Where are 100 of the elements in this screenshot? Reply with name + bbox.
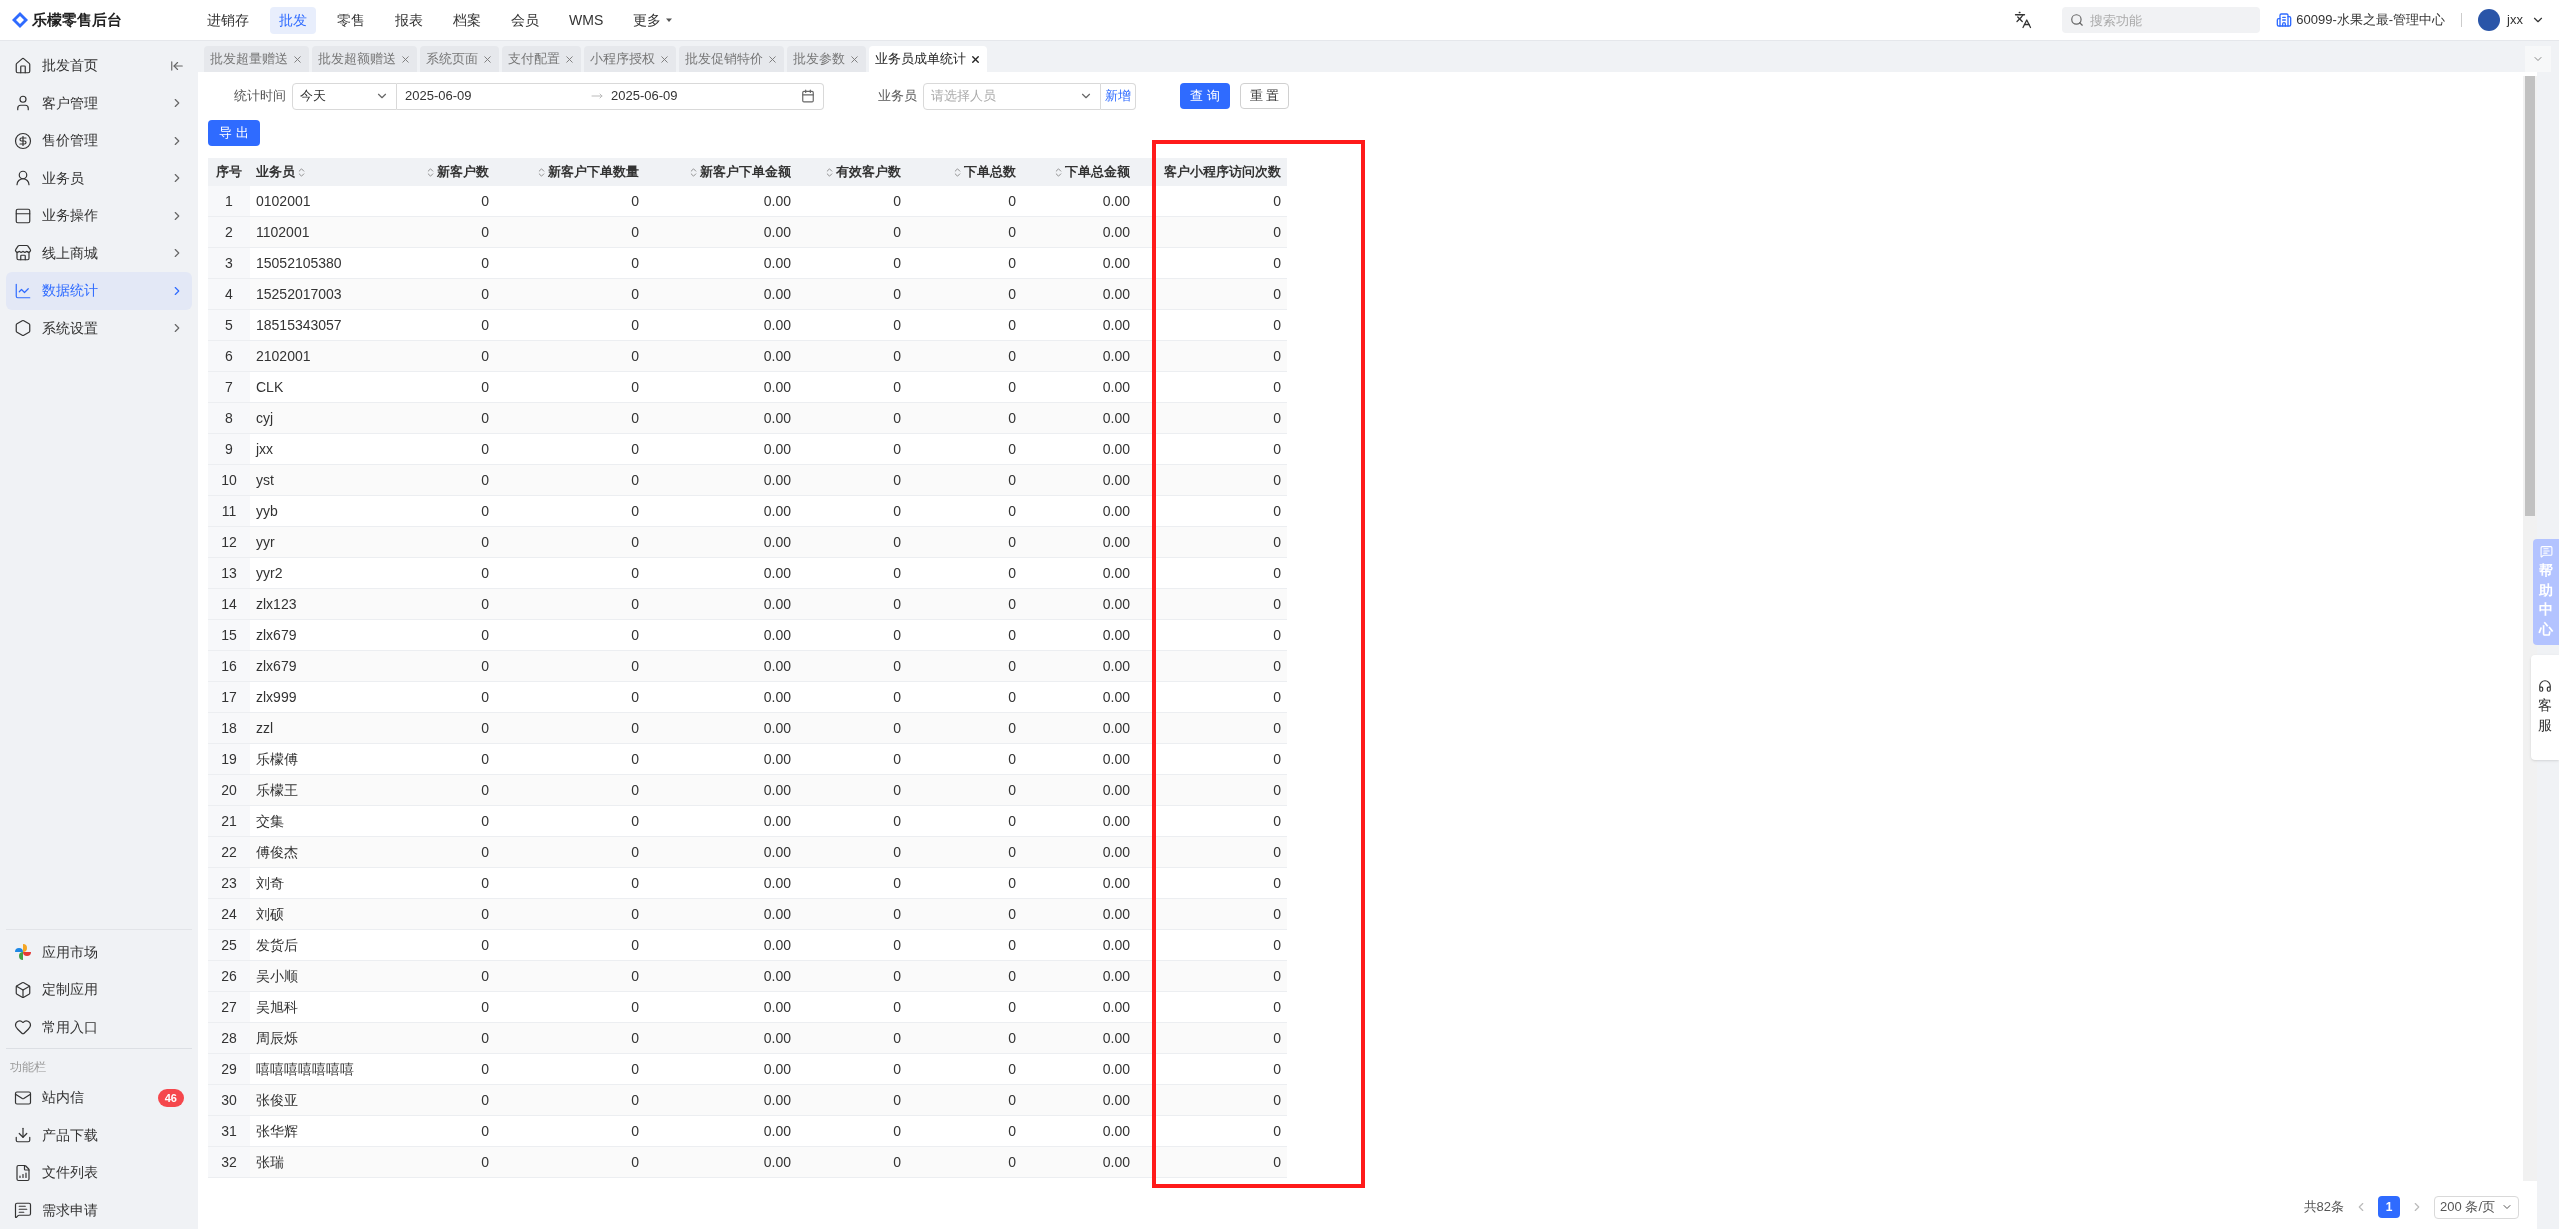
reset-button[interactable]: 重 置 [1239, 83, 1290, 109]
sidebar-item[interactable]: 业务员 [6, 159, 192, 197]
sidebar-item[interactable]: 客户管理 [6, 84, 192, 122]
page-tab[interactable]: 批发超额赠送 [312, 46, 417, 72]
scrollbar[interactable] [2523, 76, 2537, 1181]
nav-tab[interactable]: 档案 [444, 6, 490, 34]
table-cell-text: 0 [893, 377, 901, 397]
sort-icon[interactable] [952, 166, 963, 178]
table-cell-text: 张华辉 [256, 1121, 298, 1141]
sort-icon[interactable] [688, 166, 699, 178]
table-cell-text: 25 [221, 935, 237, 955]
sidebar-label: 业务操作 [42, 206, 99, 226]
export-button[interactable]: 导 出 [208, 120, 260, 146]
close-icon[interactable] [970, 53, 981, 65]
table-cell-text: 0.00 [1102, 315, 1130, 335]
nav-tab[interactable]: 会员 [502, 6, 548, 34]
table-cell-text: 15052105380 [256, 253, 342, 273]
table-cell-text: 0 [481, 563, 489, 583]
table-cell-text: 0 [1273, 1121, 1281, 1141]
logo-icon [12, 12, 28, 28]
search-field[interactable]: 搜索功能 [2062, 7, 2261, 33]
sidebar-item[interactable]: 文件列表 [6, 1154, 192, 1192]
table-cell-text: 24 [221, 904, 237, 924]
page-tab[interactable]: 批发促销特价 [679, 46, 784, 72]
table-cell-text: 0 [631, 749, 639, 769]
period-select[interactable]: 今天 [292, 82, 397, 110]
table-cell-text: 0.00 [763, 656, 791, 676]
query-button[interactable]: 查 询 [1180, 83, 1230, 109]
table-cell-text: 0.00 [1102, 284, 1130, 304]
tab-label: 支付配置 [508, 50, 560, 69]
table-cell-text: 0.00 [1102, 656, 1130, 676]
user-name[interactable]: jxx [2507, 10, 2523, 30]
table-cell-text: 0 [893, 532, 901, 552]
page-size-select[interactable]: 200 条/页 [2434, 1195, 2519, 1219]
nav-tab[interactable]: 报表 [386, 6, 432, 34]
page-tab[interactable]: 支付配置 [502, 46, 581, 72]
table-cell-text: 张俊亚 [256, 1090, 298, 1110]
table-cell-text: 14 [221, 594, 237, 614]
avatar[interactable] [2478, 9, 2501, 31]
table-cell-text: 0.00 [763, 470, 791, 490]
add-link[interactable]: 新增 [1101, 82, 1136, 110]
customer-service-tab[interactable]: 客服 [2531, 655, 2559, 760]
nav-tab[interactable]: WMS [560, 6, 613, 34]
table-cell-text: yyr [256, 532, 275, 552]
table-cell-text: 0 [893, 935, 901, 955]
collapse-icon[interactable] [170, 58, 184, 73]
column-header: 下单总数 [964, 163, 1016, 182]
sidebar-item[interactable]: 定制应用 [6, 971, 192, 1009]
nav-tab[interactable]: 批发 [270, 6, 316, 34]
table-cell-text: 0.00 [1102, 532, 1130, 552]
sort-icon[interactable] [824, 166, 835, 178]
sidebar-item[interactable]: 产品下载 [6, 1116, 192, 1154]
sidebar-item[interactable]: 售价管理 [6, 122, 192, 160]
table-cell-text: 刘硕 [256, 904, 284, 924]
page-tab[interactable]: 系统页面 [420, 46, 499, 72]
sidebar-item[interactable]: 常用入口 [6, 1008, 192, 1046]
sidebar-item[interactable]: 业务操作 [6, 197, 192, 235]
table-cell-text: 0 [893, 811, 901, 831]
sidebar-label: 业务员 [42, 168, 85, 188]
column-header: 下单总金额 [1065, 163, 1130, 182]
translate-icon[interactable] [2014, 11, 2033, 29]
date-range-field[interactable]: 2025-06-09 2025-06-09 [397, 82, 824, 110]
table-cell-text: 0.00 [1102, 935, 1130, 955]
table-cell-text: 0 [893, 470, 901, 490]
table-cell-text: 0 [893, 904, 901, 924]
field-label: 业务员 [878, 87, 917, 106]
sidebar-item[interactable]: 系统设置 [6, 309, 192, 347]
sort-icon[interactable] [296, 166, 307, 178]
table-cell-text: 26 [221, 966, 237, 986]
sort-icon[interactable] [536, 166, 547, 178]
page-number[interactable]: 1 [2378, 1196, 2401, 1218]
page-tab[interactable]: 批发参数 [787, 46, 866, 72]
page-tab[interactable]: 批发超量赠送 [204, 46, 309, 72]
sort-icon[interactable] [425, 166, 436, 178]
table-cell-text: 0 [481, 1121, 489, 1141]
nav-tab[interactable]: 更多 [624, 6, 683, 34]
sort-icon[interactable] [1053, 166, 1064, 178]
sidebar-item[interactable]: 数据统计 [6, 272, 192, 310]
table-cell-text: 18 [221, 718, 237, 738]
sidebar-item[interactable]: 批发首页 [6, 47, 192, 85]
table-cell-text: 0 [893, 625, 901, 645]
table-cell-text: 0 [481, 1090, 489, 1110]
store-name[interactable]: 60099-水果之最-管理中心 [2296, 10, 2446, 30]
table-cell-text: 张瑞 [256, 1152, 284, 1172]
sidebar-item[interactable]: 应用市场 [6, 933, 192, 971]
page-tab[interactable]: 业务员成单统计 [869, 46, 987, 72]
table-cell-text: 0.00 [763, 222, 791, 242]
table-cell-text: 0 [1008, 749, 1016, 769]
table-cell-text: jxx [256, 439, 274, 459]
sidebar-item[interactable]: 站内信 46 [6, 1079, 192, 1117]
table-cell-text: 0 [1008, 191, 1016, 211]
nav-tab[interactable]: 零售 [328, 6, 374, 34]
sidebar-item[interactable]: 线上商城 [6, 234, 192, 272]
download-icon [14, 1126, 32, 1145]
table-cell-text: 16 [221, 656, 237, 676]
table-cell-text: 0 [1273, 718, 1281, 738]
table-cell-text: 0 [1273, 966, 1281, 986]
sidebar-item[interactable]: 需求申请 [6, 1191, 192, 1229]
page-tab[interactable]: 小程序授权 [584, 46, 676, 72]
nav-tab[interactable]: 进销存 [198, 6, 258, 34]
